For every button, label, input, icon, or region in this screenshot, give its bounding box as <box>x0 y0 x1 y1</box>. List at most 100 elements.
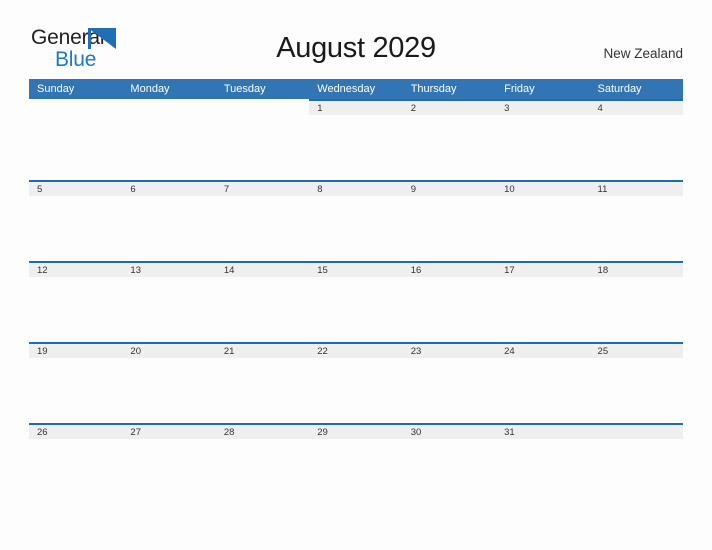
day-cell[interactable]: 23 <box>402 342 497 423</box>
day-events-area[interactable] <box>309 196 403 259</box>
day-events-area[interactable] <box>309 439 403 502</box>
day-number: 7 <box>215 180 310 196</box>
day-cell[interactable] <box>122 99 216 180</box>
day-number: 28 <box>215 423 310 439</box>
day-cell[interactable]: 8 <box>309 180 403 261</box>
calendar-week-row: 5 6 7 8 9 10 11 <box>29 180 683 261</box>
day-cell[interactable]: 28 <box>215 423 310 504</box>
day-cell[interactable]: 1 <box>309 99 403 180</box>
day-cell[interactable] <box>589 423 683 504</box>
day-number: 20 <box>122 342 216 358</box>
day-cell[interactable]: 24 <box>496 342 590 423</box>
day-number <box>122 99 215 115</box>
day-number: 26 <box>29 423 123 439</box>
day-number: 21 <box>215 342 310 358</box>
day-number: 2 <box>402 99 497 115</box>
day-events-area[interactable] <box>309 115 403 178</box>
day-cell[interactable]: 5 <box>29 180 123 261</box>
day-cell[interactable]: 2 <box>402 99 497 180</box>
day-events-area[interactable] <box>29 358 123 421</box>
day-events-area[interactable] <box>496 439 590 502</box>
day-cell[interactable]: 30 <box>402 423 497 504</box>
day-cell[interactable] <box>29 99 123 180</box>
day-cell[interactable]: 6 <box>122 180 216 261</box>
day-cell[interactable]: 9 <box>402 180 497 261</box>
day-events-area[interactable] <box>589 115 683 178</box>
calendar-week-row: 12 13 14 15 16 17 18 <box>29 261 683 342</box>
day-events-area[interactable] <box>589 358 683 421</box>
day-events-area[interactable] <box>215 115 310 178</box>
day-events-area[interactable] <box>122 358 216 421</box>
day-events-area[interactable] <box>29 115 123 178</box>
day-events-area[interactable] <box>215 358 310 421</box>
day-cell[interactable]: 14 <box>215 261 310 342</box>
day-number: 18 <box>589 261 683 277</box>
day-events-area[interactable] <box>29 277 123 340</box>
calendar-body: 1 2 3 4 5 6 7 8 9 10 11 12 13 14 15 16 1… <box>29 99 683 504</box>
day-events-area[interactable] <box>496 277 590 340</box>
day-number: 24 <box>496 342 590 358</box>
day-number: 16 <box>402 261 497 277</box>
day-events-area[interactable] <box>496 358 590 421</box>
day-events-area[interactable] <box>215 196 310 259</box>
day-number: 17 <box>496 261 590 277</box>
weekday-header-friday: Friday <box>496 79 590 99</box>
calendar-week-row: 19 20 21 22 23 24 25 <box>29 342 683 423</box>
day-events-area[interactable] <box>402 439 497 502</box>
day-cell[interactable]: 4 <box>589 99 683 180</box>
day-cell[interactable]: 11 <box>589 180 683 261</box>
day-cell[interactable]: 18 <box>589 261 683 342</box>
weekday-header-wednesday: Wednesday <box>309 79 403 99</box>
day-number: 19 <box>29 342 123 358</box>
day-events-area[interactable] <box>122 196 216 259</box>
day-number: 31 <box>496 423 590 439</box>
month-calendar-table: Sunday Monday Tuesday Wednesday Thursday… <box>29 79 683 504</box>
day-cell[interactable]: 3 <box>496 99 590 180</box>
day-events-area[interactable] <box>215 277 310 340</box>
day-number: 10 <box>496 180 590 196</box>
day-number <box>29 99 122 115</box>
day-cell[interactable]: 29 <box>309 423 403 504</box>
day-cell[interactable]: 22 <box>309 342 403 423</box>
day-cell[interactable] <box>215 99 310 180</box>
day-events-area[interactable] <box>122 115 216 178</box>
day-number <box>589 423 683 439</box>
day-cell[interactable]: 19 <box>29 342 123 423</box>
weekday-header-sunday: Sunday <box>29 79 123 99</box>
day-events-area[interactable] <box>29 196 123 259</box>
day-events-area[interactable] <box>589 277 683 340</box>
day-cell[interactable]: 20 <box>122 342 216 423</box>
day-cell[interactable]: 12 <box>29 261 123 342</box>
day-events-area[interactable] <box>402 277 497 340</box>
day-events-area[interactable] <box>122 277 216 340</box>
day-events-area[interactable] <box>29 439 123 502</box>
day-events-area[interactable] <box>496 115 590 178</box>
day-cell[interactable]: 17 <box>496 261 590 342</box>
day-events-area[interactable] <box>402 196 497 259</box>
day-number: 3 <box>496 99 590 115</box>
day-events-area[interactable] <box>402 358 497 421</box>
day-cell[interactable]: 13 <box>122 261 216 342</box>
day-events-area[interactable] <box>402 115 497 178</box>
day-events-area[interactable] <box>496 196 590 259</box>
day-cell[interactable]: 26 <box>29 423 123 504</box>
day-number: 9 <box>402 180 497 196</box>
day-events-area[interactable] <box>309 277 403 340</box>
day-cell[interactable]: 15 <box>309 261 403 342</box>
day-number: 23 <box>402 342 497 358</box>
day-events-area[interactable] <box>589 196 683 259</box>
day-cell[interactable]: 21 <box>215 342 310 423</box>
day-number: 11 <box>589 180 683 196</box>
day-cell[interactable]: 27 <box>122 423 216 504</box>
day-cell[interactable]: 31 <box>496 423 590 504</box>
day-events-area[interactable] <box>589 439 683 502</box>
day-cell[interactable]: 7 <box>215 180 310 261</box>
day-events-area[interactable] <box>309 358 403 421</box>
day-cell[interactable]: 16 <box>402 261 497 342</box>
day-cell[interactable]: 10 <box>496 180 590 261</box>
day-cell[interactable]: 25 <box>589 342 683 423</box>
day-events-area[interactable] <box>215 439 310 502</box>
day-number: 12 <box>29 261 123 277</box>
weekday-header-tuesday: Tuesday <box>215 79 310 99</box>
day-events-area[interactable] <box>122 439 216 502</box>
